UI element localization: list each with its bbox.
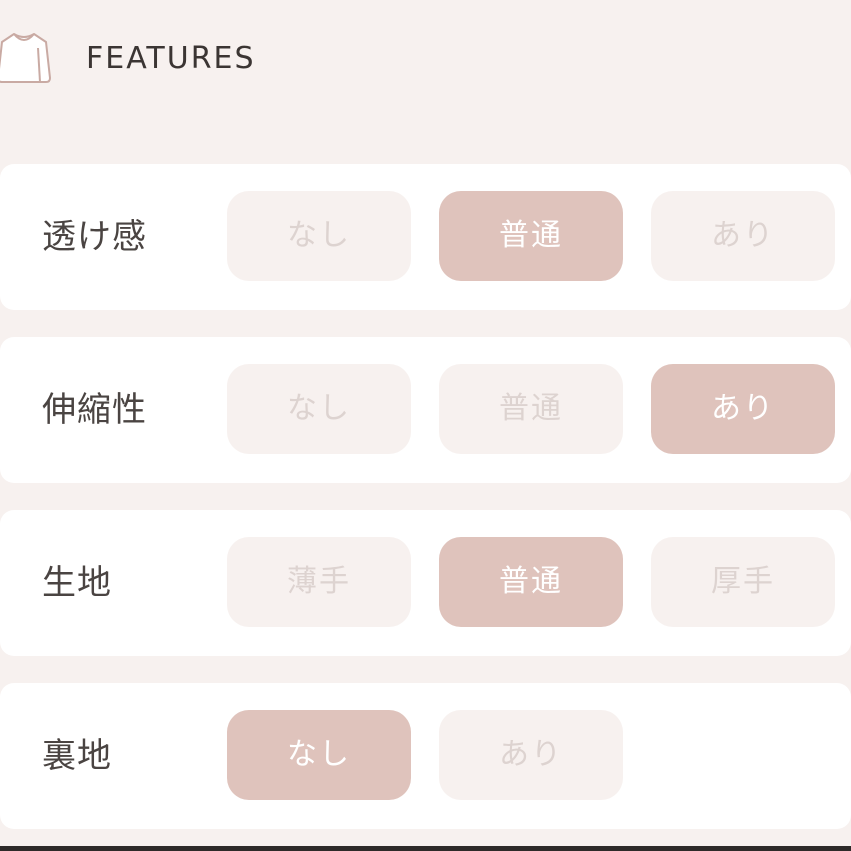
feature-label: 生地 xyxy=(42,563,112,603)
feature-row-fabric: 生地 薄手 普通 厚手 xyxy=(0,510,851,656)
option-button[interactable]: 普通 xyxy=(439,364,623,454)
bottom-divider xyxy=(0,846,851,851)
features-header: FEATURES xyxy=(0,0,851,120)
page-title: FEATURES xyxy=(86,41,256,76)
feature-row-lining: 裏地 なし あり xyxy=(0,683,851,829)
feature-label: 裏地 xyxy=(42,736,112,776)
option-button-selected[interactable]: 普通 xyxy=(439,191,623,281)
feature-label: 伸縮性 xyxy=(42,390,147,430)
option-button-selected[interactable]: あり xyxy=(651,364,835,454)
option-button-selected[interactable]: 普通 xyxy=(439,537,623,627)
feature-row-stretch: 伸縮性 なし 普通 あり xyxy=(0,337,851,483)
option-button[interactable]: あり xyxy=(651,191,835,281)
feature-label: 透け感 xyxy=(42,217,147,257)
option-button-selected[interactable]: なし xyxy=(227,710,411,800)
option-button[interactable]: あり xyxy=(439,710,623,800)
shirt-icon xyxy=(0,33,51,83)
option-button[interactable]: なし xyxy=(227,191,411,281)
option-button[interactable]: 厚手 xyxy=(651,537,835,627)
option-button[interactable]: 薄手 xyxy=(227,537,411,627)
option-button[interactable]: なし xyxy=(227,364,411,454)
feature-row-transparency: 透け感 なし 普通 あり xyxy=(0,164,851,310)
